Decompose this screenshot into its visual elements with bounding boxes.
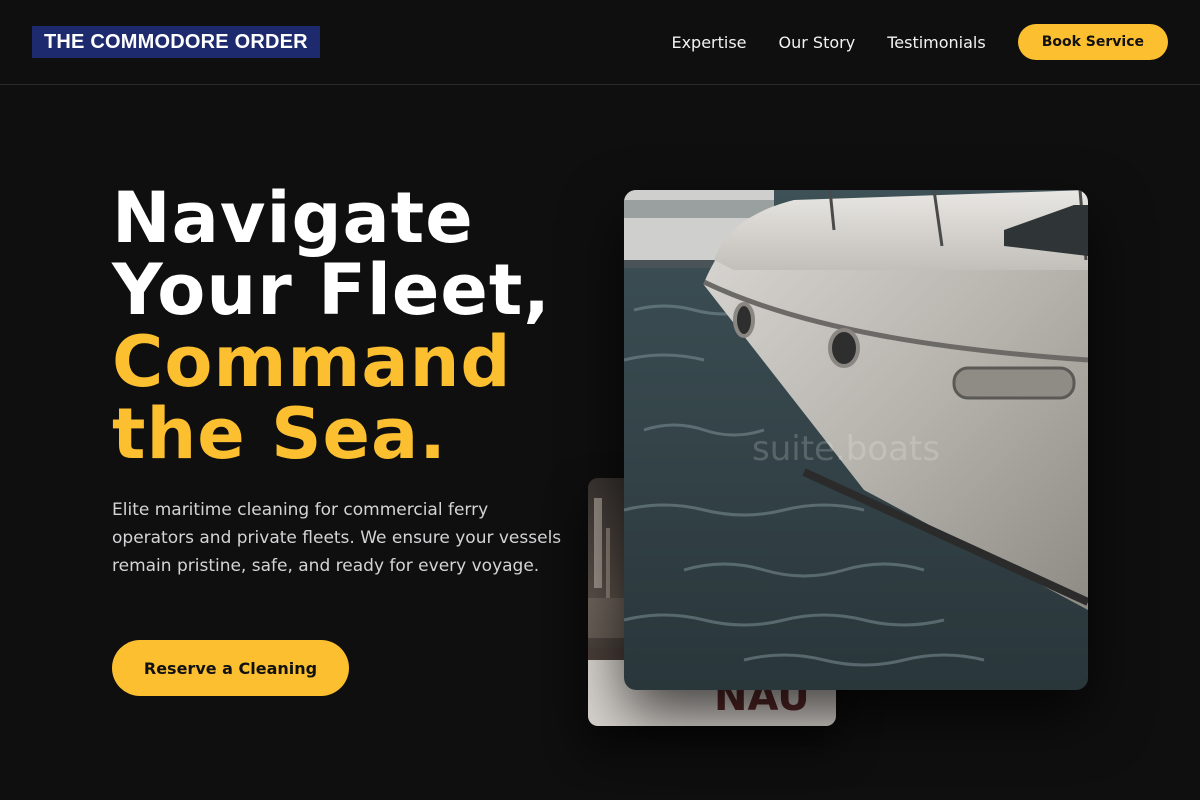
- nav-link-our-story[interactable]: Our Story: [779, 33, 856, 52]
- book-service-button[interactable]: Book Service: [1017, 24, 1168, 60]
- hero-description: Elite maritime cleaning for commercial f…: [112, 500, 562, 576]
- hero-title-line-1: Navigate: [112, 177, 474, 259]
- site-header: THE COMMODORE ORDER Expertise Our Story …: [0, 0, 1200, 85]
- hero-title-line-4: the Sea.: [112, 393, 447, 475]
- hero-title-line-3: Command: [112, 321, 512, 403]
- hero-title: Navigate Your Fleet, Command the Sea.: [112, 182, 582, 470]
- yacht-illustration: suite.boats: [624, 190, 1088, 690]
- brand-logo[interactable]: THE COMMODORE ORDER: [32, 26, 320, 58]
- nav-link-expertise[interactable]: Expertise: [671, 33, 746, 52]
- nav-link-testimonials[interactable]: Testimonials: [887, 33, 986, 52]
- main-yacht-image: suite.boats: [624, 190, 1088, 690]
- hero-title-line-2: Your Fleet,: [112, 249, 551, 331]
- image-watermark: suite.boats: [752, 429, 940, 469]
- reserve-cleaning-button[interactable]: Reserve a Cleaning: [112, 640, 349, 696]
- main-nav: Expertise Our Story Testimonials Book Se…: [671, 24, 1168, 60]
